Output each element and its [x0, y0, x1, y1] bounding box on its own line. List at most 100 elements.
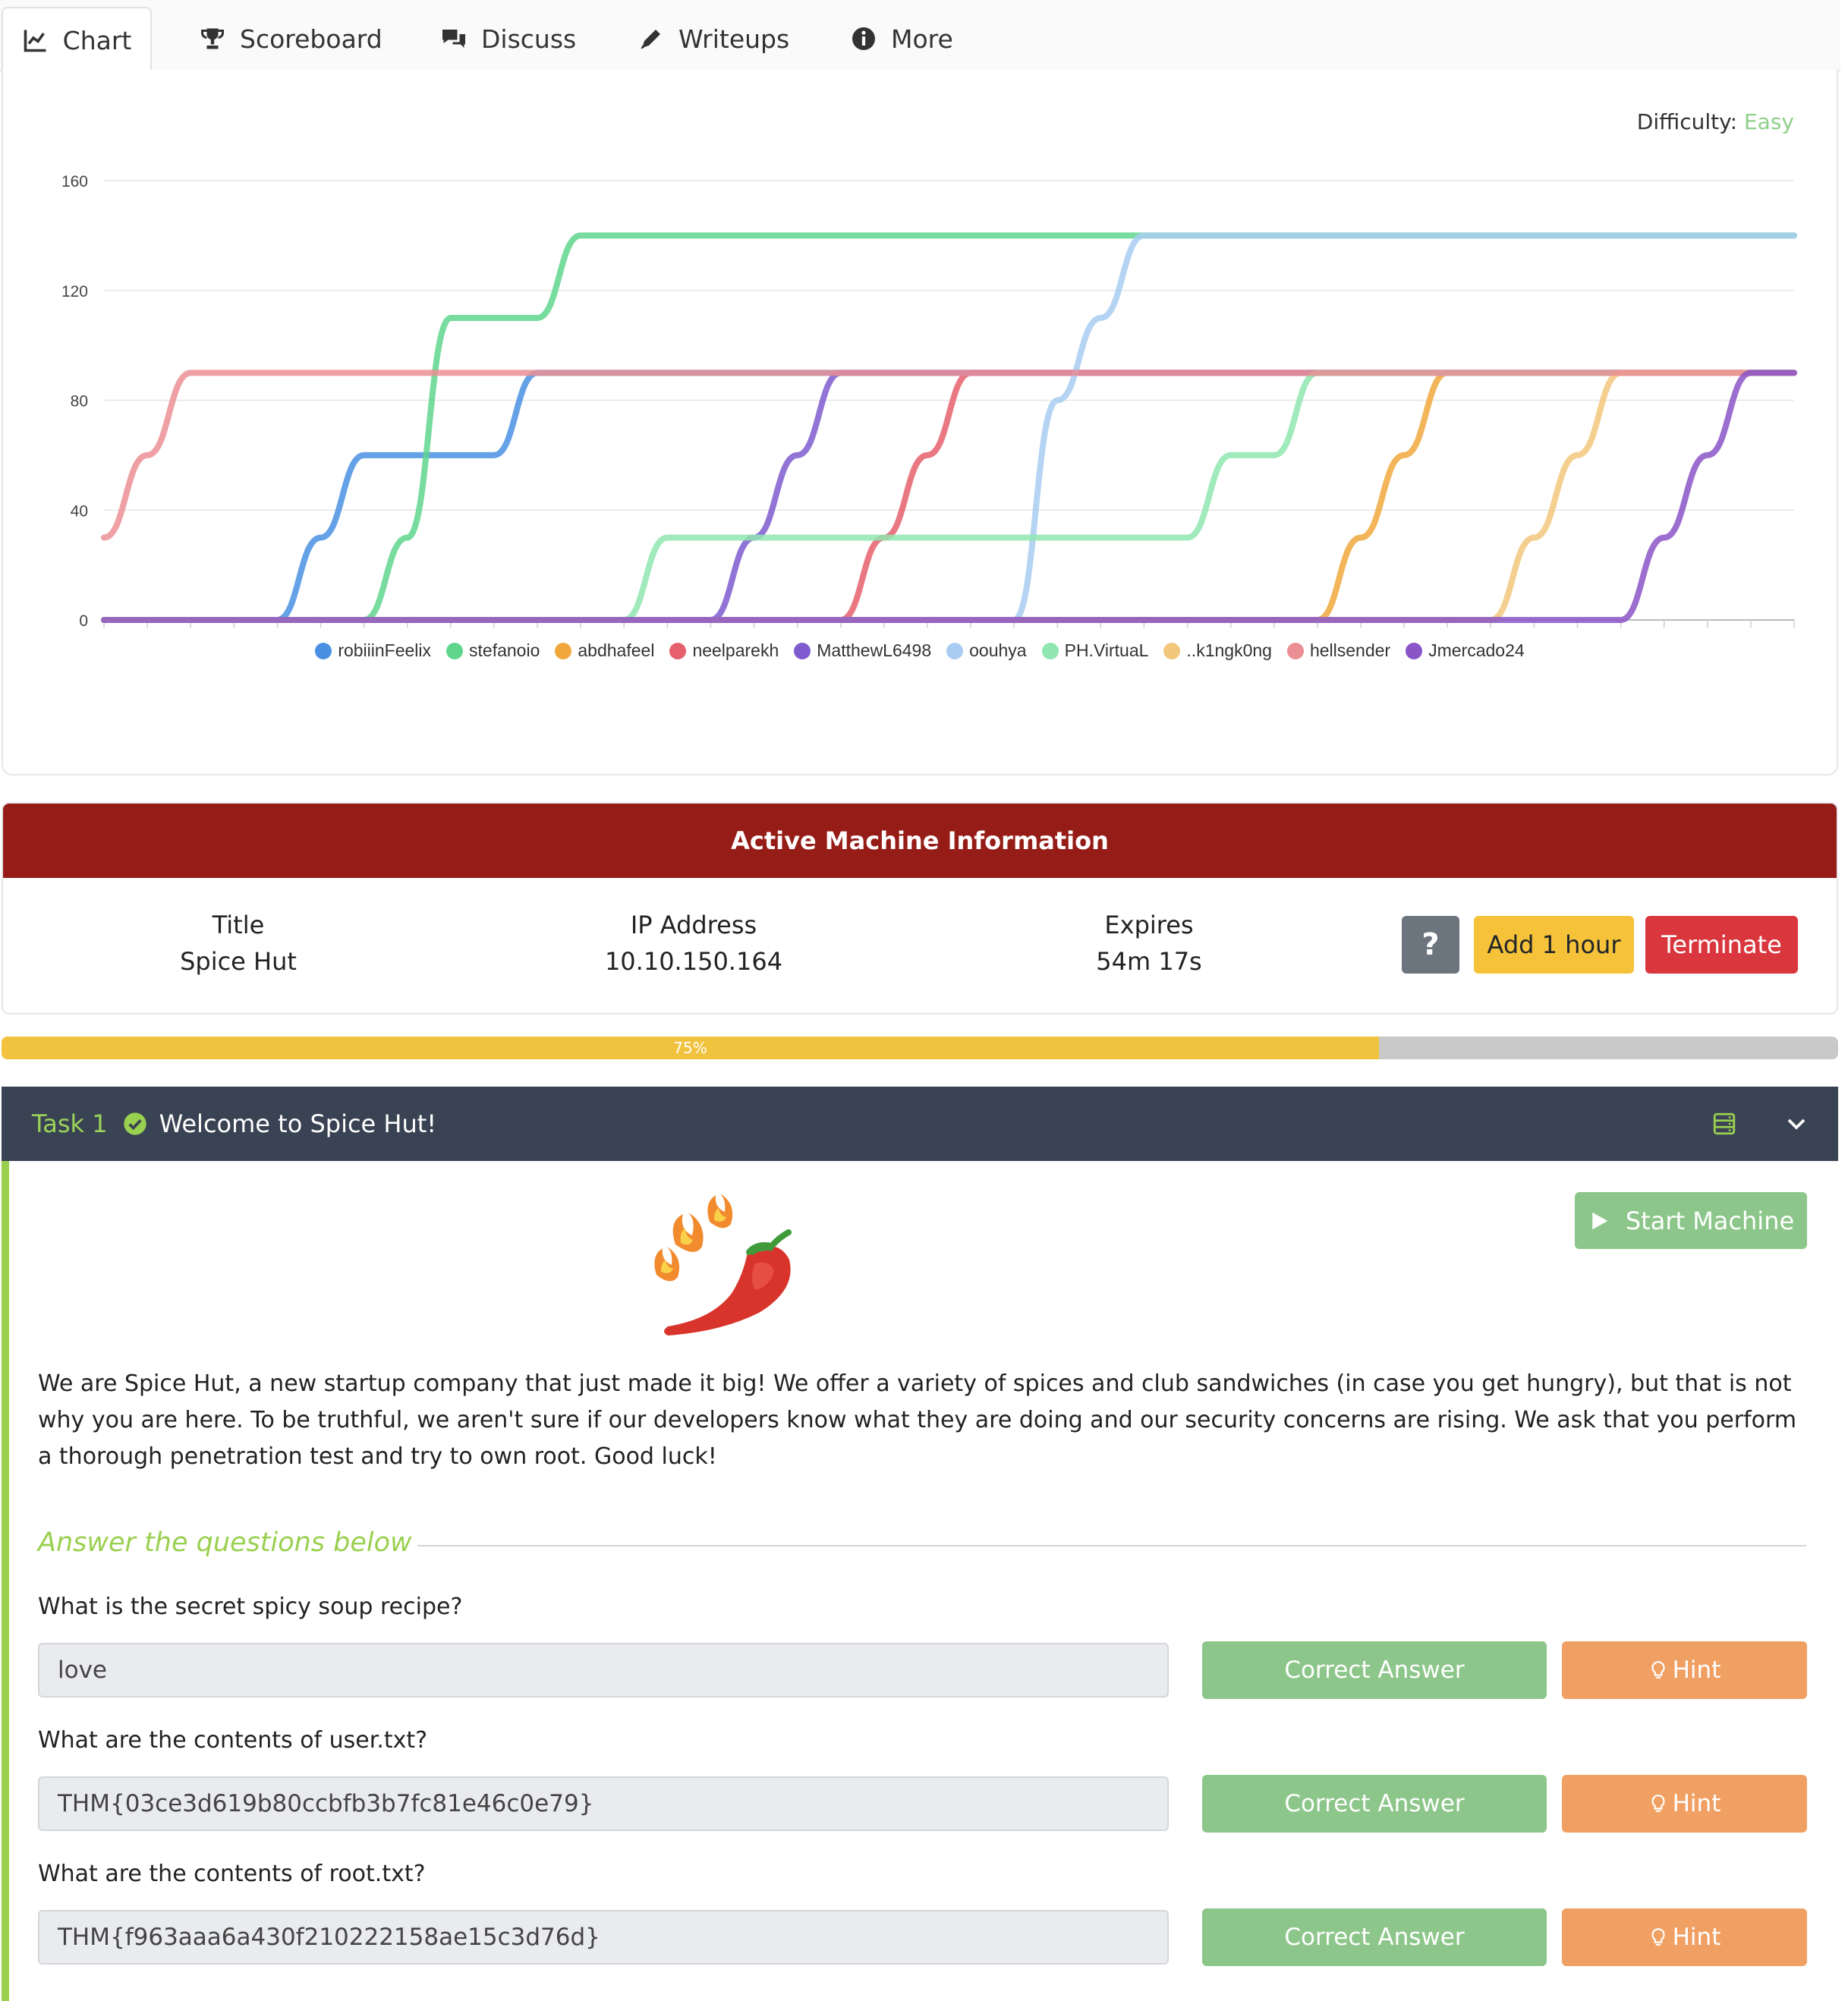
legend-label: PH.VirtuaL: [1064, 640, 1149, 660]
lightbulb-icon: [1651, 1795, 1665, 1812]
chevron-down-icon[interactable]: [1785, 1112, 1808, 1135]
legend-swatch: [446, 642, 464, 659]
legend-swatch: [1406, 642, 1423, 659]
chili-pepper-image: [654, 1194, 792, 1336]
chart-line-icon: [24, 30, 46, 52]
correct-answer-button-1[interactable]: Correct Answer: [1202, 1641, 1547, 1699]
y-tick-label: 40: [71, 502, 88, 520]
check-circle-icon: [123, 1112, 146, 1135]
legend-item[interactable]: neelparekh: [669, 640, 779, 661]
answer-field-2[interactable]: THM{03ce3d619b80ccbfb3b7fc81e46c0e79}: [38, 1776, 1169, 1831]
correct-answer-button-2[interactable]: Correct Answer: [1202, 1775, 1547, 1833]
answer-field-1[interactable]: love: [38, 1643, 1169, 1697]
machine-ip-value: 10.10.150.164: [604, 947, 783, 976]
legend-label: ..k1ngk0ng: [1186, 640, 1272, 660]
y-tick-label: 120: [61, 283, 88, 300]
legend-label: hellsender: [1309, 640, 1391, 660]
hint-label: Hint: [1672, 1924, 1721, 1951]
machine-ip: IP Address 10.10.150.164: [580, 907, 808, 980]
legend-item[interactable]: abdhafeel: [555, 640, 654, 661]
tab-writeups[interactable]: Writeups: [638, 8, 789, 70]
hint-button-3[interactable]: Hint: [1562, 1908, 1807, 1966]
legend-item[interactable]: Jmercado24: [1406, 640, 1525, 661]
legend-swatch: [315, 642, 332, 659]
legend-swatch: [1163, 642, 1181, 659]
hint-button-2[interactable]: Hint: [1562, 1775, 1807, 1833]
legend-item[interactable]: oouhya: [946, 640, 1027, 661]
info-circle-icon: [852, 27, 875, 50]
tab-label: More: [891, 24, 953, 54]
series-line-5: [101, 232, 1797, 623]
tab-label: Writeups: [678, 24, 790, 54]
y-tick-label: 160: [61, 173, 88, 190]
help-button[interactable]: ?: [1402, 916, 1459, 974]
machine-expires-value: 54m 17s: [1096, 947, 1202, 976]
active-machine-panel: Active Machine Information Title Spice H…: [2, 802, 1838, 1015]
task-progress-bar: 75%: [2, 1037, 1838, 1059]
add-hour-button[interactable]: Add 1 hour: [1474, 916, 1634, 974]
legend-label: Jmercado24: [1428, 640, 1525, 660]
chart-card: Difficulty: Easy 0 40 80 120 160 robiiinFeel…: [2, 70, 1838, 776]
legend-item[interactable]: PH.VirtuaL: [1041, 640, 1149, 661]
hint-label: Hint: [1672, 1790, 1721, 1817]
comments-icon: [442, 30, 465, 48]
machine-expires: Expires 54m 17s: [1035, 907, 1263, 980]
tab-discuss[interactable]: Discuss: [440, 8, 576, 70]
task-header[interactable]: Task 1 Welcome to Spice Hut!: [2, 1087, 1838, 1161]
legend-item[interactable]: hellsender: [1286, 640, 1391, 661]
question-2: What are the contents of user.txt?: [38, 1727, 428, 1754]
terminate-button[interactable]: Terminate: [1645, 916, 1798, 974]
question-1: What is the secret spicy soup recipe?: [38, 1594, 463, 1620]
server-icon[interactable]: [1711, 1111, 1738, 1137]
legend-item[interactable]: robiiinFeelix: [315, 640, 431, 661]
legend-swatch: [946, 642, 964, 659]
machine-title-value: Spice Hut: [180, 947, 297, 976]
lightbulb-icon: [1651, 1928, 1665, 1946]
tab-bar: Chart Scoreboard Discuss Writeups More: [0, 0, 1840, 72]
legend-swatch: [1041, 642, 1059, 659]
trophy-icon: [201, 28, 224, 49]
lightbulb-icon: [1651, 1661, 1665, 1679]
answer-field-3[interactable]: THM{f963aaa6a430f210222158ae15c3d76d}: [38, 1910, 1169, 1965]
tab-chart[interactable]: Chart: [2, 7, 152, 72]
machine-header: Active Machine Information: [3, 804, 1837, 878]
tab-scoreboard[interactable]: Scoreboard: [199, 8, 383, 70]
machine-title: Title Spice Hut: [162, 907, 314, 980]
hint-label: Hint: [1672, 1656, 1721, 1684]
y-tick-label: 0: [79, 612, 88, 630]
hint-button-1[interactable]: Hint: [1562, 1641, 1807, 1699]
legend-label: MatthewL6498: [817, 640, 932, 660]
legend-label: stefanoio: [469, 640, 540, 660]
start-machine-button[interactable]: Start Machine: [1575, 1192, 1807, 1249]
correct-answer-button-3[interactable]: Correct Answer: [1202, 1908, 1547, 1966]
machine-title-label: Title: [212, 911, 265, 939]
tab-label: Scoreboard: [240, 24, 383, 54]
play-icon: [1592, 1212, 1608, 1229]
legend-swatch: [1286, 642, 1304, 659]
legend-swatch: [669, 642, 687, 659]
machine-ip-label: IP Address: [630, 911, 757, 939]
legend-item[interactable]: MatthewL6498: [794, 640, 931, 661]
task-number: Task 1: [32, 1109, 108, 1138]
tab-label: Discuss: [481, 24, 577, 54]
legend-label: abdhafeel: [578, 640, 655, 660]
machine-expires-label: Expires: [1104, 911, 1194, 939]
task-description: We are Spice Hut, a new startup company …: [38, 1370, 1797, 1470]
series-line-3: [101, 370, 1797, 623]
legend-label: oouhya: [969, 640, 1027, 660]
legend-swatch: [555, 642, 572, 659]
start-machine-label: Start Machine: [1625, 1206, 1795, 1235]
chart-legend: robiiinFeelix stefanoio abdhafeel neelparek…: [3, 640, 1837, 661]
y-tick-label: 80: [71, 393, 88, 411]
progress-fill: 75%: [2, 1037, 1379, 1059]
pen-icon: [641, 30, 660, 49]
task-title: Welcome to Spice Hut!: [159, 1109, 437, 1138]
question-3: What are the contents of root.txt?: [38, 1861, 426, 1887]
tab-more[interactable]: More: [850, 8, 953, 70]
series-line-1: [101, 232, 1797, 623]
legend-item[interactable]: ..k1ngk0ng: [1163, 640, 1272, 661]
answer-heading: Answer the questions below: [38, 1527, 412, 1558]
legend-item[interactable]: stefanoio: [446, 640, 540, 661]
legend-swatch: [794, 642, 811, 659]
divider: [417, 1545, 1806, 1546]
